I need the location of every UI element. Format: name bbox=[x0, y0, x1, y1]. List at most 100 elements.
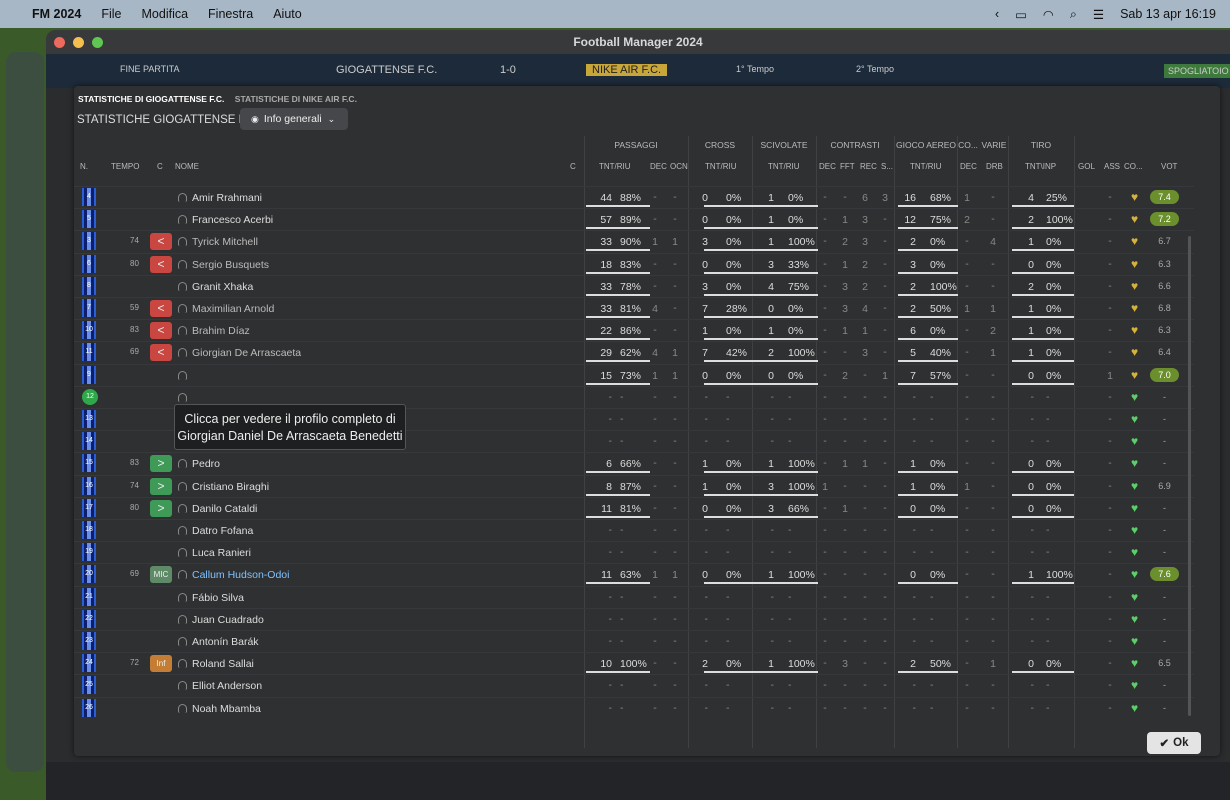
position-badge[interactable]: < bbox=[150, 255, 172, 273]
col-co-dec[interactable]: DEC bbox=[960, 162, 977, 171]
table-row[interactable]: 5 Francesco Acerbi 57 89% - -0 0% 1 0% -1 3-12 75% 2… bbox=[74, 208, 1194, 230]
view-dropdown[interactable]: ◉ Info generali ⌄ bbox=[240, 108, 348, 130]
player-name[interactable]: Antonín Barák bbox=[192, 636, 259, 648]
col-vot[interactable]: VOT bbox=[1161, 162, 1177, 171]
col-pas-dec[interactable]: DEC bbox=[650, 162, 667, 171]
table-row[interactable]: 25 Elliot Anderson - - - - - - - - - - - - - - - - - - - ♥ - bbox=[74, 674, 1194, 696]
table-row[interactable]: 3 74 < Tyrick Mitchell 33 90% 1 1 3 0% 1 100% -2 3-2 0… bbox=[74, 230, 1194, 252]
second-half[interactable]: 2° Tempo bbox=[856, 64, 894, 74]
player-name[interactable]: Datro Fofana bbox=[192, 525, 253, 537]
stat-bar bbox=[1012, 205, 1074, 207]
position-badge[interactable]: < bbox=[150, 322, 172, 340]
table-row[interactable]: 10 83 < Brahim Díaz 22 86% - -1 0% 1 0% -1 1-6 0% -2 1 0… bbox=[74, 319, 1194, 341]
player-name[interactable]: Pedro bbox=[192, 458, 220, 470]
dressing-room-button[interactable]: SPOGLIATOIO bbox=[1164, 64, 1230, 78]
scrollbar[interactable] bbox=[1188, 236, 1191, 716]
clock[interactable]: Sab 13 apr 16:19 bbox=[1120, 7, 1216, 21]
table-row[interactable]: 22 Juan Cuadrado - - - - - - - - - - - - - - - - - - - ♥ - bbox=[74, 607, 1194, 630]
first-half[interactable]: 1° Tempo bbox=[736, 64, 774, 74]
position-badge[interactable]: < bbox=[150, 300, 172, 317]
col-tiro-tnt[interactable]: TNT\INP bbox=[1025, 162, 1056, 171]
player-name[interactable]: Brahim Díaz bbox=[192, 325, 250, 337]
col-gol[interactable]: GOL bbox=[1078, 162, 1095, 171]
col-aereo-tnt[interactable]: TNT/RIU bbox=[910, 162, 942, 171]
col-tempo[interactable]: TEMPO bbox=[111, 162, 139, 171]
battery-icon[interactable]: ▭ bbox=[1015, 7, 1027, 22]
table-row[interactable]: 4 Amir Rrahmani 44 88% - -0 0% 1 0% - -6 3 16 68% 1-4 2… bbox=[74, 186, 1194, 208]
col-con-s[interactable]: S... bbox=[881, 162, 893, 171]
table-row[interactable]: 7 59 < Maximilian Arnold 33 81% 4 - 7 28% 0 0% - 3 4 - 2… bbox=[74, 297, 1194, 319]
menu-finestra[interactable]: Finestra bbox=[208, 7, 253, 21]
wifi-icon[interactable]: ◠ bbox=[1043, 7, 1054, 22]
table-row[interactable]: 9 15 73% 1 1 0 0% 0 0% -2-1 7 57% - -0 0% 1 ♥ 7.0 bbox=[74, 363, 1194, 386]
shirt-number: 4 bbox=[82, 188, 96, 206]
player-name[interactable]: Callum Hudson-Odoi bbox=[192, 569, 289, 581]
col-drb[interactable]: DRB bbox=[986, 162, 1003, 171]
menu-file[interactable]: File bbox=[101, 7, 121, 21]
col-n[interactable]: N. bbox=[80, 162, 88, 171]
stat-gap: - bbox=[930, 590, 934, 603]
position-badge[interactable]: > bbox=[150, 477, 172, 495]
col-nome[interactable]: NOME bbox=[175, 162, 199, 171]
col-co[interactable]: CO... bbox=[1124, 162, 1143, 171]
col-ass[interactable]: ASS bbox=[1104, 162, 1120, 171]
player-name[interactable]: Sergio Busquets bbox=[192, 259, 269, 271]
table-row[interactable]: 21 Fábio Silva - - - - - - - - - - - - - - - - - - - ♥ - bbox=[74, 585, 1194, 608]
position-badge[interactable]: MIC bbox=[150, 566, 172, 584]
player-name[interactable]: Granit Xhaka bbox=[192, 281, 253, 293]
condition-heart-icon: ♥ bbox=[1131, 678, 1139, 693]
control-center-icon[interactable]: ☰ bbox=[1093, 7, 1104, 22]
stat-cf: - bbox=[843, 524, 847, 536]
player-name[interactable]: Juan Cuadrado bbox=[192, 614, 264, 626]
app-name[interactable]: FM 2024 bbox=[32, 7, 81, 21]
col-cross-tnt[interactable]: TNT/RIU bbox=[705, 162, 737, 171]
player-name[interactable]: Francesco Acerbi bbox=[192, 214, 273, 226]
player-name[interactable]: Danilo Cataldi bbox=[192, 503, 257, 515]
away-team[interactable]: NIKE AIR F.C. bbox=[586, 64, 668, 76]
menu-aiuto[interactable]: Aiuto bbox=[273, 7, 302, 21]
search-icon[interactable]: ⌕ bbox=[1070, 7, 1077, 22]
table-row[interactable]: 23 Antonín Barák - - - - - - - - - - - - - - - - - - - ♥ - bbox=[74, 630, 1194, 652]
table-row[interactable]: 20 69 MIC Callum Hudson-Odoi 11 63% 1 1 0 0% 1 100%… bbox=[74, 563, 1194, 585]
player-name[interactable]: Giorgian De Arrascaeta bbox=[192, 347, 301, 359]
menu-modifica[interactable]: Modifica bbox=[142, 7, 189, 21]
col-c[interactable]: C bbox=[157, 162, 163, 171]
stat-crp: 0% bbox=[726, 280, 742, 293]
col-con-dec[interactable]: DEC bbox=[819, 162, 836, 171]
player-name[interactable]: Roland Sallai bbox=[192, 658, 254, 670]
col-pas-tnt[interactable]: TNT/RIU bbox=[599, 162, 631, 171]
position-badge[interactable]: Inf bbox=[150, 655, 172, 673]
table-row[interactable]: 19 Luca Ranieri - - - - - - - - - - - - - - - - - - - ♥ - bbox=[74, 541, 1194, 563]
col-con-rec[interactable]: REC bbox=[860, 162, 877, 171]
player-name[interactable]: Elliot Anderson bbox=[192, 680, 262, 692]
position-badge[interactable]: > bbox=[150, 499, 172, 517]
tab-home-stats[interactable]: STATISTICHE DI GIOGATTENSE F.C. bbox=[78, 94, 224, 104]
col-c2[interactable]: C bbox=[570, 162, 576, 171]
player-name[interactable]: Amir Rrahmani bbox=[192, 192, 262, 204]
table-row[interactable]: 24 72 Inf Roland Sallai 10 100% - -2 0% 1 100% -3- -… bbox=[74, 652, 1194, 674]
position-badge[interactable]: > bbox=[150, 455, 172, 473]
chevron-left-icon[interactable]: ‹ bbox=[995, 7, 999, 21]
col-pas-ocn[interactable]: OCN bbox=[670, 162, 688, 171]
table-row[interactable]: 8 Granit Xhaka 33 78% - -3 0% 4 75% -3 2-2 100% - -2 0… bbox=[74, 274, 1194, 297]
table-row[interactable]: 18 Datro Fofana - - - - - - - - - - - - - - - - - - - ♥ - bbox=[74, 519, 1194, 541]
tab-away-stats[interactable]: STATISTICHE DI NIKE AIR F.C. bbox=[235, 94, 357, 104]
position-badge[interactable]: < bbox=[150, 233, 172, 251]
player-name[interactable]: Tyrick Mitchell bbox=[192, 236, 258, 248]
table-row[interactable]: 16 74 > Cristiano Biraghi 8 87% - -1 0% 3 100% 1- - -… bbox=[74, 474, 1194, 497]
ok-button[interactable]: ✔ Ok bbox=[1147, 732, 1201, 754]
player-name[interactable]: Cristiano Biraghi bbox=[192, 481, 269, 493]
table-row[interactable]: 11 69 < Giorgian De Arrascaeta 29 62% 4 1 7 42% 2 1… bbox=[74, 341, 1194, 363]
table-row[interactable]: 15 83 > Pedro 6 66% - -1 0% 1 100% -1 1-1 0% - -0 0% - ♥ - bbox=[74, 452, 1194, 474]
table-row[interactable]: 26 Noah Mbamba - - - - - - - - - - - - - - - - - - - ♥ - bbox=[74, 696, 1194, 719]
player-name[interactable]: Luca Ranieri bbox=[192, 547, 251, 559]
position-badge[interactable]: < bbox=[150, 344, 172, 362]
home-team[interactable]: GIOGATTENSE F.C. bbox=[336, 64, 437, 76]
player-name[interactable]: Maximilian Arnold bbox=[192, 303, 274, 315]
col-sciv-tnt[interactable]: TNT/RIU bbox=[768, 162, 800, 171]
player-name[interactable]: Fábio Silva bbox=[192, 592, 244, 604]
player-name[interactable]: Noah Mbamba bbox=[192, 703, 261, 715]
table-row[interactable]: 6 80 < Sergio Busquets 18 83% - -0 0% 3 33% -1 2-3 0%… bbox=[74, 252, 1194, 275]
table-row[interactable]: 17 80 > Danilo Cataldi 11 81% - -0 0% 3 66% -1- -0 0%… bbox=[74, 496, 1194, 519]
col-con-fft[interactable]: FFT bbox=[840, 162, 855, 171]
